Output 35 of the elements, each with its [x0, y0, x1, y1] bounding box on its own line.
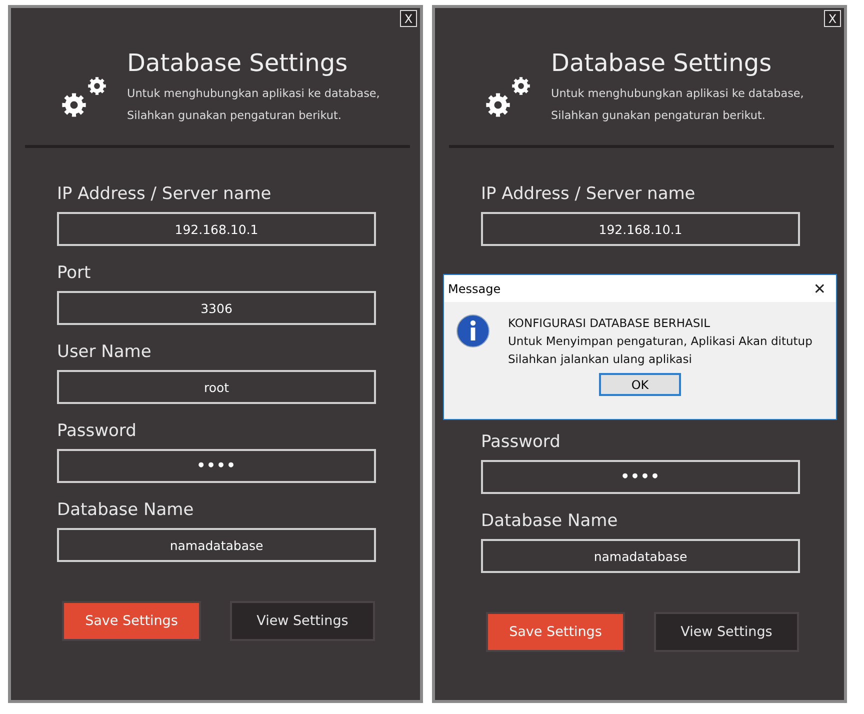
subtitle-text: Silahkan gunakan pengaturan berikut. [127, 108, 342, 124]
field-label: Database Name [481, 511, 619, 531]
message-text: KONFIGURASI DATABASE BERHASIL [508, 315, 712, 332]
close-icon[interactable]: ✕ [809, 280, 830, 298]
input-field[interactable]: 3306 [57, 291, 376, 325]
save-button[interactable]: Save Settings [486, 612, 625, 652]
field-label: IP Address / Server name [481, 184, 696, 204]
input-field[interactable]: 192.168.10.1 [481, 212, 800, 246]
view-button[interactable]: View Settings [654, 612, 799, 652]
password-field[interactable]: •••• [481, 460, 800, 494]
field-label: Database Name [57, 500, 195, 520]
field-label: Password [57, 421, 138, 441]
subtitle-text: Untuk menghubungkan aplikasi ke database, [551, 86, 804, 102]
ok-button[interactable]: OK [599, 373, 681, 396]
panel-title: Database Settings [551, 48, 773, 78]
dialog-title: Message [448, 282, 501, 296]
info-icon [456, 314, 490, 348]
view-button[interactable]: View Settings [230, 601, 375, 641]
subtitle-text: Silahkan gunakan pengaturan berikut. [551, 108, 766, 124]
field-label: Port [57, 263, 92, 283]
message-text: Untuk Menyimpan pengaturan, Aplikasi Akan ditutup [508, 333, 812, 350]
password-field[interactable]: •••• [57, 449, 376, 483]
input-field[interactable]: namadatabase [57, 528, 376, 562]
field-label: Password [481, 432, 562, 452]
field-label: User Name [57, 342, 152, 362]
panel-title: Database Settings [127, 48, 349, 78]
close-button[interactable]: X [400, 10, 417, 27]
save-button[interactable]: Save Settings [62, 601, 201, 641]
field-label: IP Address / Server name [57, 184, 272, 204]
close-button[interactable]: X [824, 10, 841, 27]
input-field[interactable]: 192.168.10.1 [57, 212, 376, 246]
input-field[interactable]: root [57, 370, 376, 404]
message-text: Silahkan jalankan ulang aplikasi [508, 351, 693, 368]
subtitle-text: Untuk menghubungkan aplikasi ke database, [127, 86, 380, 102]
input-field[interactable]: namadatabase [481, 539, 800, 573]
